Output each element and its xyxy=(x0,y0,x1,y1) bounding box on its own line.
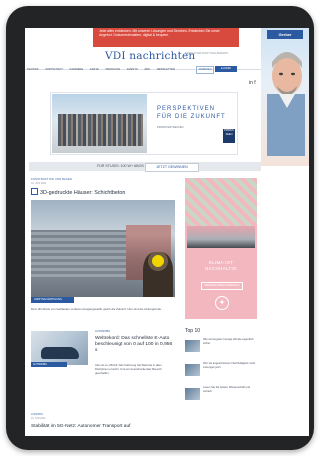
banner-ad-title-line-1: PERSPEKTIVEN xyxy=(157,106,216,112)
top-ad-banner[interactable]: Jetzt alles entdecken. Mit unseren Lösun… xyxy=(93,28,239,47)
login-button[interactable]: ANMELDEN xyxy=(196,66,214,74)
banner-ad[interactable]: PERSPEKTIVEN FÜR DIE ZUKUNFT PROMO ENTDE… xyxy=(50,92,238,155)
list-item[interactable]: Wie sie langsam heutige Wende eigentlich… xyxy=(185,338,259,360)
banner-ad-title: PERSPEKTIVEN FÜR DIE ZUKUNFT xyxy=(157,105,226,121)
hero-worker-graphic xyxy=(143,252,173,297)
side-ad-cars-image xyxy=(187,226,255,248)
top10-list: Wie sie langsam heutige Wende eigentlich… xyxy=(185,338,259,410)
top10-heading: Top 10 xyxy=(185,328,201,334)
article2-image-label[interactable]: AUTOMOBIL xyxy=(31,362,67,367)
side-ad-cta-button[interactable]: MERCEDES-BENZ ENTDECKEN xyxy=(201,282,243,290)
article3-date: 01. JUN 2021 xyxy=(31,417,46,420)
lead-article-title[interactable]: 3D-gedruckte Häuser: Schichtbeton xyxy=(31,188,125,196)
lead-article-kicker[interactable]: KONSTRUKTION UND BAUEN xyxy=(31,178,72,181)
lead-article-image[interactable] xyxy=(31,200,175,297)
banner-ad-photo xyxy=(52,94,147,153)
lead-article-image-label[interactable]: ADDITIVE FERTIGUNG xyxy=(31,297,74,303)
list-item-thumbnail xyxy=(185,388,200,400)
star-logo-icon: ✦ xyxy=(215,296,229,310)
article2-car-graphic xyxy=(41,347,79,359)
article2-kicker[interactable]: AUTOMOBIL xyxy=(95,330,110,333)
nav-item[interactable]: KARRIERE xyxy=(70,68,84,71)
promo-strip-cta-button[interactable]: JETZT GEWINNEN xyxy=(145,163,199,172)
site-logo[interactable]: VDI nachrichten xyxy=(105,50,195,62)
nav-item[interactable]: TECHNIK xyxy=(27,68,39,71)
hero-printed-wall-graphic xyxy=(31,230,126,280)
main-navigation: TECHNIK WIRTSCHAFT KARRIERE KARTE PRODUK… xyxy=(27,68,197,71)
tablet-frame: Jetzt alles entdecken. Mit unseren Lösun… xyxy=(6,6,314,450)
side-ad-pattern xyxy=(185,178,257,226)
list-item[interactable]: Wer sie angeschlossen Nachhaltigkeit meh… xyxy=(185,362,259,384)
side-ad[interactable]: KLIMA IST NACHHALTIG MERCEDES-BENZ ENTDE… xyxy=(185,178,257,319)
nav-item[interactable]: KARTE xyxy=(90,68,99,71)
list-item[interactable]: Lesen Sie die besten Wissenschaft und An… xyxy=(185,386,259,408)
list-item-thumbnail xyxy=(185,364,200,376)
lead-article-caption: Dem 3D-Druck von Gebäuden verlieren Ausg… xyxy=(31,307,162,311)
list-item-thumbnail xyxy=(185,340,200,352)
article2-title[interactable]: Weltrekord: Das schnellste E-Auto beschl… xyxy=(95,336,175,354)
plus-article-icon xyxy=(31,188,38,195)
skyscraper-ad-logo: Gerber xyxy=(267,30,303,39)
side-ad-text: KLIMA IST NACHHALTIG xyxy=(205,260,237,271)
article3-title[interactable]: Stabilität im 5G-Netz: Autonomer Transpo… xyxy=(31,424,181,430)
banner-ad-logo: PRIMUS SEEN xyxy=(223,129,235,143)
header-top-links[interactable]: NEWSLETTER SHOP STELLENMARKT xyxy=(185,52,245,55)
lead-article-title-text[interactable]: 3D-gedruckte Häuser: Schichtbeton xyxy=(40,190,125,196)
lead-article-date: 01. JUN 2021 xyxy=(31,182,47,185)
nav-item[interactable]: ABO xyxy=(144,68,150,71)
list-item-text[interactable]: Wer sie angeschlossen Nachhaltigkeit meh… xyxy=(203,362,259,369)
top-ad-text: Jetzt alles entdecken. Mit unseren Lösun… xyxy=(99,29,220,38)
browser-viewport[interactable]: Jetzt alles entdecken. Mit unseren Lösun… xyxy=(25,28,309,436)
banner-ad-subtitle: PROMO ENTDECKEN xyxy=(157,126,184,129)
banner-ad-title-line-2: FÜR DIE ZUKUNFT xyxy=(157,114,226,120)
nav-item[interactable]: NEWSLETTER xyxy=(157,68,175,71)
social-icons[interactable]: in f xyxy=(249,80,256,86)
nav-item[interactable]: EVENTS xyxy=(127,68,138,71)
list-item-text[interactable]: Wie sie langsam heutige Wende eigentlich… xyxy=(203,338,259,345)
banner-ad-people-graphic xyxy=(58,114,143,146)
article2-teaser: Also ist es offiziell: Das Fahrzeug hat … xyxy=(95,363,162,375)
promo-strip-text: FÜR STUDIS: 100 W+ ABOS xyxy=(97,164,144,168)
skyscraper-ad-portrait xyxy=(267,52,305,156)
nav-item[interactable]: PRODUKTE xyxy=(106,68,121,71)
nav-item[interactable]: WIRTSCHAFT xyxy=(45,68,62,71)
list-item-text[interactable]: Lesen Sie die besten Wissenschaft und An… xyxy=(203,386,259,393)
epaper-button[interactable]: E-PAPER xyxy=(215,66,237,72)
article2-image[interactable] xyxy=(31,331,88,365)
article3-kicker[interactable]: LOGISTIK xyxy=(31,413,43,416)
